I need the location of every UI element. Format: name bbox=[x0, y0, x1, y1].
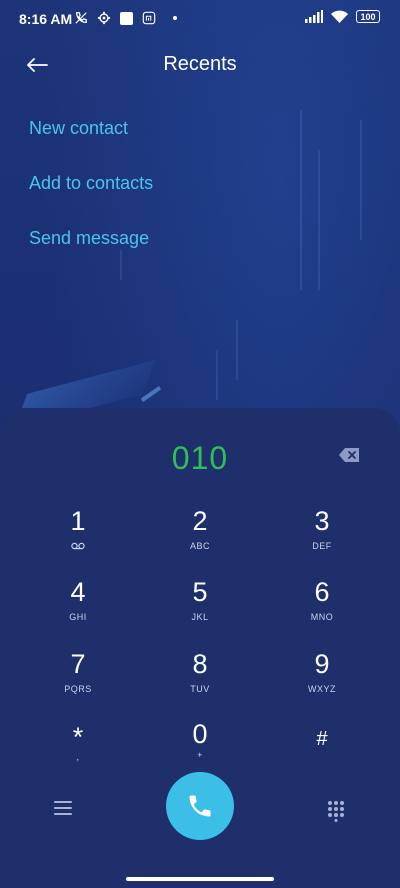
key-digit: 2 bbox=[192, 506, 208, 536]
key-digit: 4 bbox=[70, 577, 86, 607]
send-message-link[interactable]: Send message bbox=[29, 225, 153, 280]
header: Recents bbox=[0, 44, 400, 88]
add-to-contacts-link[interactable]: Add to contacts bbox=[29, 170, 153, 225]
more-notifications-dot-icon bbox=[173, 16, 177, 20]
key-digit: 8 bbox=[192, 649, 208, 679]
contact-options: New contact Add to contacts Send message bbox=[29, 115, 153, 280]
wifi-icon bbox=[331, 10, 348, 23]
key-8[interactable]: 8 TUV bbox=[155, 649, 245, 709]
key-digit: 5 bbox=[192, 577, 208, 607]
voicemail-icon bbox=[71, 542, 85, 550]
key-letters: DEF bbox=[312, 541, 332, 551]
key-digit: 1 bbox=[70, 506, 86, 536]
status-time: 8:16 AM bbox=[19, 11, 73, 27]
key-letters: GHI bbox=[69, 612, 87, 622]
key-digit: * bbox=[72, 722, 84, 752]
key-letters: MNO bbox=[310, 612, 334, 622]
key-3[interactable]: 3 DEF bbox=[277, 506, 367, 566]
battery-icon: 100 bbox=[356, 10, 380, 23]
gear-icon bbox=[97, 11, 111, 25]
key-letters: WXYZ bbox=[308, 684, 336, 694]
page-title: Recents bbox=[163, 53, 237, 75]
key-6[interactable]: 6 MNO bbox=[277, 577, 367, 637]
key-digit: # bbox=[316, 728, 328, 750]
dialpad-icon[interactable] bbox=[327, 800, 345, 822]
key-digit: 7 bbox=[70, 649, 86, 679]
key-2[interactable]: 2 ABC bbox=[155, 506, 245, 566]
key-9[interactable]: 9 WXYZ bbox=[277, 649, 367, 709]
backspace-icon[interactable] bbox=[338, 447, 360, 463]
menu-icon[interactable] bbox=[54, 800, 72, 816]
key-letters: ABC bbox=[189, 541, 210, 551]
status-bar: 8:16 AM 100 bbox=[0, 0, 400, 38]
call-button[interactable] bbox=[166, 772, 234, 840]
phone-muted-icon bbox=[75, 12, 87, 24]
key-letters: + bbox=[197, 750, 203, 760]
new-contact-link[interactable]: New contact bbox=[29, 115, 153, 170]
key-7[interactable]: 7 PQRS bbox=[33, 649, 123, 709]
key-4[interactable]: 4 GHI bbox=[33, 577, 123, 637]
bottom-actions bbox=[0, 770, 400, 850]
mi-icon bbox=[142, 11, 156, 25]
key-letters: , bbox=[76, 752, 80, 762]
key-1[interactable]: 1 bbox=[33, 506, 123, 566]
key-letters: JKL bbox=[191, 612, 209, 622]
notification-square-icon bbox=[120, 11, 133, 25]
key-digit: 9 bbox=[314, 649, 330, 679]
key-letters: PQRS bbox=[64, 684, 92, 694]
key-digit: 0 bbox=[192, 719, 208, 749]
key-digit: 6 bbox=[314, 577, 330, 607]
key-digit: 3 bbox=[314, 506, 330, 536]
key-5[interactable]: 5 JKL bbox=[155, 577, 245, 637]
home-indicator[interactable] bbox=[126, 877, 274, 881]
phone-icon bbox=[189, 795, 211, 817]
signal-icon bbox=[305, 10, 323, 23]
key-letters: TUV bbox=[190, 684, 210, 694]
